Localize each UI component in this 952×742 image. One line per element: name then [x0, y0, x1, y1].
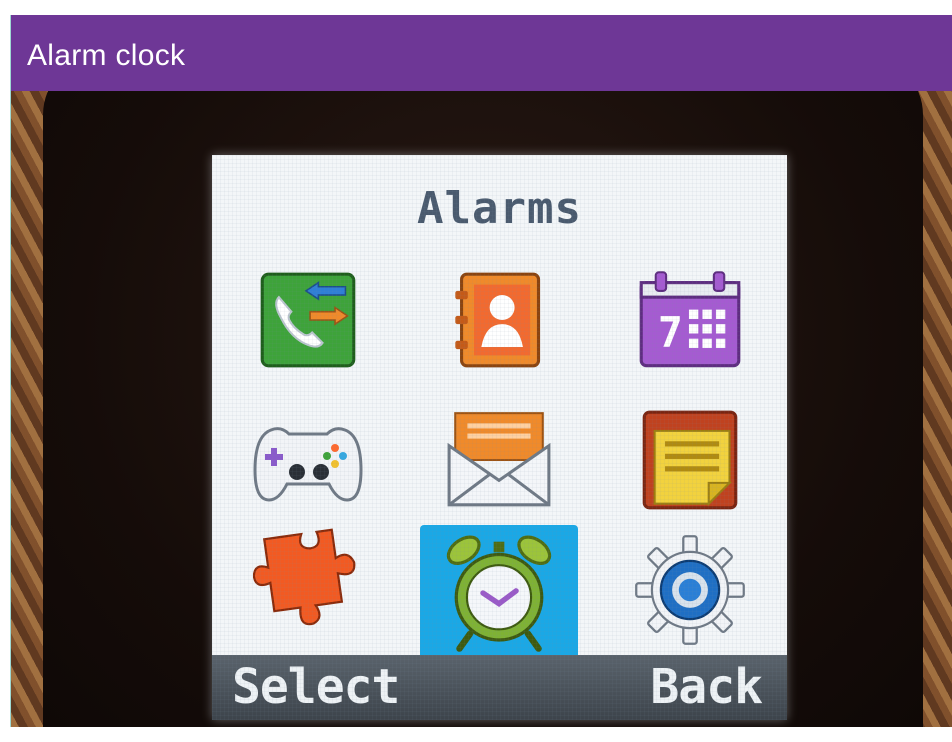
back-softkey[interactable]: Back	[650, 659, 763, 715]
menu-item-notes[interactable]	[630, 405, 750, 515]
menu-item-apps[interactable]	[248, 527, 368, 637]
screen-title: Alarms	[417, 183, 582, 234]
messages-icon	[447, 412, 551, 507]
calendar-day-label: 7	[658, 308, 683, 357]
settings-icon	[635, 535, 745, 645]
call-log-icon	[260, 272, 356, 368]
softkey-bar: Select Back	[212, 655, 787, 720]
contacts-icon	[455, 272, 541, 368]
menu-item-alarm-clock[interactable]	[420, 525, 578, 661]
page-title: Alarm clock	[27, 39, 186, 72]
menu-item-settings[interactable]	[630, 535, 750, 645]
calendar-icon: 7	[639, 271, 741, 368]
phone-photo: Alarm clock Alarms 7 Select Back	[10, 15, 952, 727]
menu-item-calendar[interactable]: 7	[630, 265, 750, 375]
menu-item-contacts[interactable]	[439, 265, 559, 375]
apps-icon	[253, 528, 356, 626]
menu-item-games[interactable]	[248, 405, 368, 515]
title-bar: Alarm clock	[11, 15, 952, 91]
notes-icon	[642, 410, 738, 510]
phone-screen: Alarms 7 Select Back	[212, 155, 787, 720]
select-softkey[interactable]: Select	[232, 659, 400, 715]
alarm-clock-icon	[446, 535, 552, 652]
menu-item-messages[interactable]	[439, 405, 559, 515]
games-icon	[253, 427, 363, 502]
menu-item-call-log[interactable]	[248, 265, 368, 375]
